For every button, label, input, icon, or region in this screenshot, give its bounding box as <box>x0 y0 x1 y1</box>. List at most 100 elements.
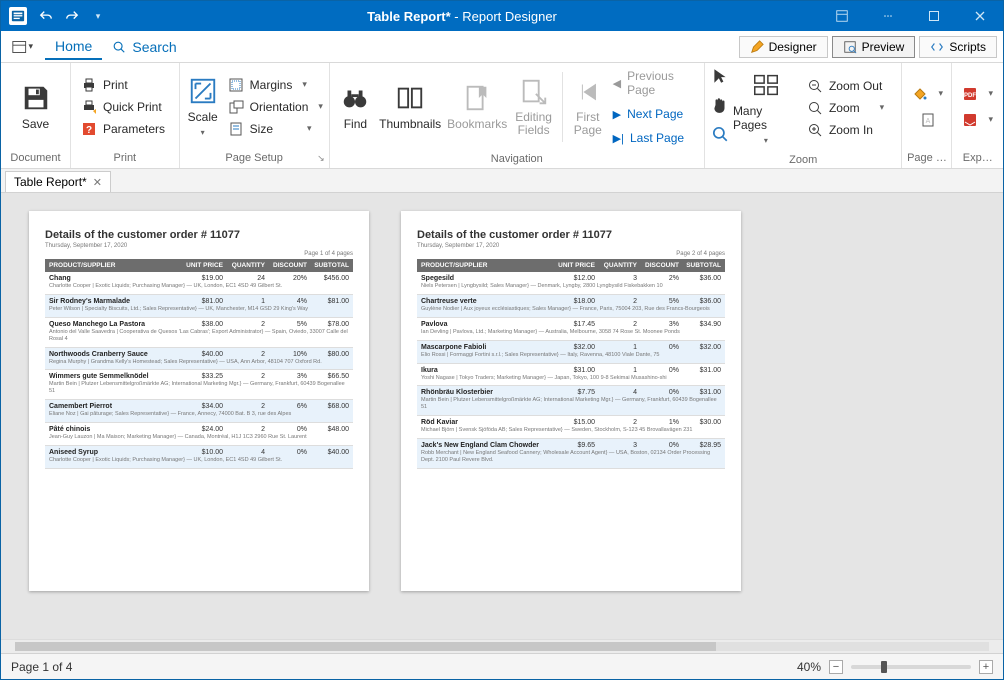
file-menu-button[interactable]: ▾ <box>11 38 33 56</box>
margins-button[interactable]: Margins▾ <box>224 75 327 95</box>
find-button[interactable]: Find <box>336 81 376 133</box>
app-window: ▾ Table Report* - Report Designer ▾ Home… <box>0 0 1004 680</box>
tab-search[interactable]: Search <box>102 35 186 59</box>
minimize-button[interactable] <box>865 1 911 31</box>
mouse-pointer-button[interactable] <box>711 67 729 90</box>
zoom-slider-thumb[interactable] <box>881 661 887 673</box>
zoom-in-button[interactable]: Zoom In <box>803 120 888 140</box>
zoom-slider[interactable] <box>851 665 971 669</box>
mode-designer-button[interactable]: Designer <box>739 36 828 58</box>
previous-page-button[interactable]: ◀Previous Page <box>609 67 698 99</box>
horizontal-scrollbar[interactable] <box>1 639 1003 653</box>
hand-tool-button[interactable] <box>711 96 729 119</box>
close-tab-icon[interactable]: ✕ <box>93 176 102 189</box>
group-print: Print Quick Print ? Parameters Print <box>71 63 180 168</box>
export-pdf-button[interactable]: PDF▾ <box>958 84 997 104</box>
zoom-icon <box>807 100 823 116</box>
margins-icon <box>228 77 244 93</box>
editing-fields-button[interactable]: EditingFields <box>511 75 556 139</box>
scale-label: Scale <box>188 110 218 124</box>
scripts-icon <box>930 40 944 54</box>
mode-preview-button[interactable]: Preview <box>832 36 916 58</box>
undo-button[interactable] <box>39 9 53 23</box>
thumbnails-label: Thumbnails <box>379 117 441 131</box>
table-row: Camembert Pierrot$34.0026%$68.00Eliane N… <box>45 400 353 423</box>
zoom-button[interactable]: Zoom▾ <box>803 98 888 118</box>
pdf-icon: PDF <box>962 86 978 102</box>
page-number-1: Page 1 of 4 pages <box>45 251 353 257</box>
quick-print-button[interactable]: Quick Print <box>77 97 169 117</box>
orientation-icon <box>228 99 244 115</box>
group-page-label: Page … <box>902 150 951 168</box>
thumbnails-button[interactable]: Thumbnails <box>377 81 443 133</box>
many-pages-label: Many Pages <box>733 104 799 132</box>
mode-scripts-button[interactable]: Scripts <box>919 36 997 58</box>
zoom-out-button[interactable]: Zoom Out <box>803 76 888 96</box>
orientation-label: Orientation <box>250 100 309 114</box>
page-setup-dialog-launcher[interactable]: ↘ <box>317 153 325 164</box>
bookmarks-button[interactable]: Bookmarks <box>445 81 509 133</box>
last-page-button[interactable]: ▶|Last Page <box>609 129 698 147</box>
paint-bucket-icon <box>912 86 928 102</box>
preview-area[interactable]: Details of the customer order # 11077 Th… <box>1 193 1003 639</box>
report-date: Thursday, September 17, 2020 <box>45 243 353 249</box>
tab-home[interactable]: Home <box>45 34 102 60</box>
group-page-setup-label: Page Setup <box>180 150 329 168</box>
magnifier-button[interactable] <box>711 125 729 148</box>
save-button[interactable]: Save <box>7 81 64 133</box>
zoom-plus-button[interactable]: + <box>979 660 993 674</box>
preview-page-2: Details of the customer order # 11077 Th… <box>401 211 741 591</box>
many-pages-button[interactable]: Many Pages ▾ <box>731 68 801 147</box>
margins-label: Margins <box>250 78 293 92</box>
export-email-button[interactable]: ▾ <box>958 110 997 130</box>
parameters-icon: ? <box>81 121 97 137</box>
table-row: Spegesild$12.0032%$36.00Niels Petersen |… <box>417 272 725 295</box>
maximize-button[interactable] <box>911 1 957 31</box>
zoom-in-label: Zoom In <box>829 123 873 137</box>
page-number-2: Page 2 of 4 pages <box>417 251 725 257</box>
print-button[interactable]: Print <box>77 75 169 95</box>
group-print-label: Print <box>71 150 179 168</box>
pencil-icon <box>750 40 764 54</box>
document-tab[interactable]: Table Report* ✕ <box>5 171 111 192</box>
zoom-out-icon <box>807 78 823 94</box>
first-page-button[interactable]: FirstPage <box>569 75 607 139</box>
mode-scripts-label: Scripts <box>949 40 986 54</box>
search-icon <box>112 40 126 54</box>
group-page-setup: Scale ▾ Margins▾ Orientation▾ Size▾ <box>180 63 330 168</box>
close-button[interactable] <box>957 1 1003 31</box>
table-row: Pavlova$17.4523%$34.90Ian Devling | Pavl… <box>417 318 725 341</box>
zoom-value: 40% <box>797 660 821 674</box>
size-icon <box>228 121 244 137</box>
window-title: Table Report* - Report Designer <box>105 9 819 24</box>
bookmarks-label: Bookmarks <box>447 117 507 131</box>
pointer-icon <box>711 67 729 85</box>
scale-button[interactable]: Scale ▾ <box>186 74 220 139</box>
ribbon-options-button[interactable] <box>819 1 865 31</box>
page-color-button[interactable]: ▾ <box>908 84 947 104</box>
orientation-button[interactable]: Orientation▾ <box>224 97 327 117</box>
quick-print-label: Quick Print <box>103 100 162 114</box>
quick-access-toolbar: ▾ <box>33 9 105 23</box>
table-row: Aniseed Syrup$10.0040%$40.00Charlotte Co… <box>45 446 353 469</box>
menu-tabs-row: ▾ Home Search Designer Preview Scripts <box>1 31 1003 63</box>
group-navigation: Find Thumbnails Bookmarks EditingFields <box>330 63 705 168</box>
print-label: Print <box>103 78 128 92</box>
app-icon <box>9 7 27 25</box>
next-page-button[interactable]: ▶Next Page <box>609 105 698 123</box>
document-tab-strip: Table Report* ✕ <box>1 169 1003 193</box>
tab-search-label: Search <box>132 39 176 55</box>
previous-page-label: Previous Page <box>627 69 694 97</box>
save-label: Save <box>22 117 49 131</box>
zoom-minus-button[interactable]: − <box>829 660 843 674</box>
table-row: Röd Kaviar$15.0021%$30.00Michael Björn |… <box>417 416 725 439</box>
table-row: Chang$19.002420%$456.00Charlotte Cooper … <box>45 272 353 295</box>
bookmarks-icon <box>462 83 492 113</box>
redo-button[interactable] <box>65 9 79 23</box>
parameters-button[interactable]: ? Parameters <box>77 119 169 139</box>
qat-customize-icon[interactable]: ▾ <box>91 9 105 23</box>
size-button[interactable]: Size▾ <box>224 119 327 139</box>
report-title-2: Details of the customer order # 11077 <box>417 229 725 241</box>
preview-icon <box>843 40 857 54</box>
watermark-button[interactable]: A <box>916 110 940 130</box>
